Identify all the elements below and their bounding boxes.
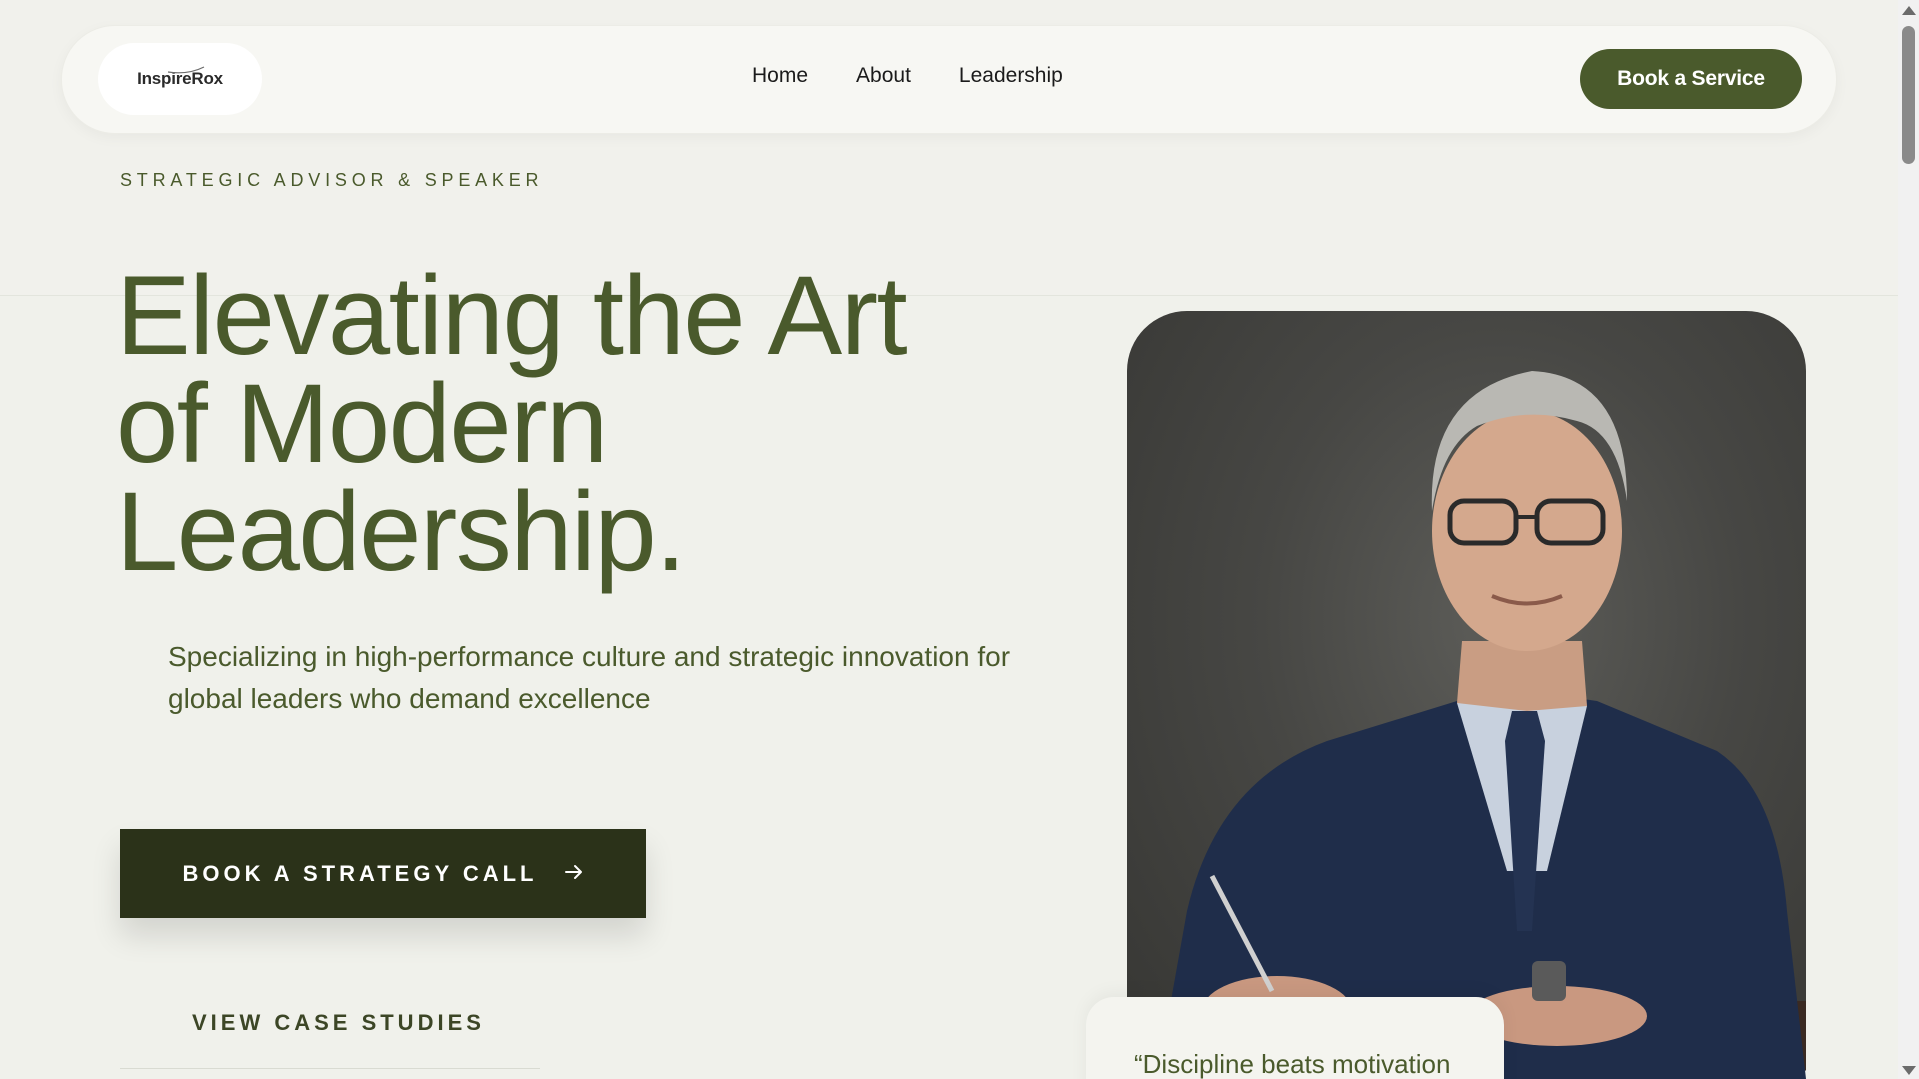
secondary-link-divider bbox=[120, 1068, 540, 1069]
view-case-studies-link[interactable]: VIEW CASE STUDIES bbox=[192, 1010, 485, 1036]
scrollbar[interactable] bbox=[1898, 0, 1919, 1079]
logo-swoosh-icon bbox=[167, 66, 205, 74]
navbar: InspireRox Home About Leadership Book a … bbox=[61, 25, 1837, 134]
portrait-illustration bbox=[1127, 371, 1806, 1079]
headline-line-1: Elevating the Art bbox=[116, 253, 908, 378]
headline-line-2: of Modern bbox=[116, 361, 608, 486]
hero-headline: Elevating the Art of Modern Leadership. bbox=[116, 253, 1016, 594]
scroll-down-icon[interactable] bbox=[1902, 1066, 1916, 1075]
portrait-image bbox=[1127, 311, 1806, 1079]
scroll-up-icon[interactable] bbox=[1902, 6, 1916, 15]
quote-card: “Discipline beats motivation bbox=[1086, 997, 1504, 1079]
scroll-thumb[interactable] bbox=[1902, 26, 1915, 164]
book-strategy-call-label: BOOK A STRATEGY CALL bbox=[182, 860, 538, 886]
nav-links: Home About Leadership bbox=[752, 64, 1063, 88]
book-a-service-button[interactable]: Book a Service bbox=[1580, 49, 1802, 109]
quote-text: “Discipline beats motivation bbox=[1134, 1049, 1451, 1079]
hero-eyebrow: STRATEGIC ADVISOR & SPEAKER bbox=[120, 170, 544, 190]
book-strategy-call-button[interactable]: BOOK A STRATEGY CALL bbox=[120, 829, 646, 918]
page: InspireRox Home About Leadership Book a … bbox=[0, 0, 1919, 1079]
nav-link-home[interactable]: Home bbox=[752, 64, 808, 88]
hero-subcopy: Specializing in high-performance culture… bbox=[168, 641, 1011, 714]
nav-link-leadership[interactable]: Leadership bbox=[959, 64, 1063, 88]
arrow-right-icon bbox=[564, 861, 584, 887]
logo[interactable]: InspireRox bbox=[98, 43, 262, 115]
nav-link-about[interactable]: About bbox=[856, 64, 911, 88]
headline-line-3: Leadership. bbox=[116, 469, 686, 594]
